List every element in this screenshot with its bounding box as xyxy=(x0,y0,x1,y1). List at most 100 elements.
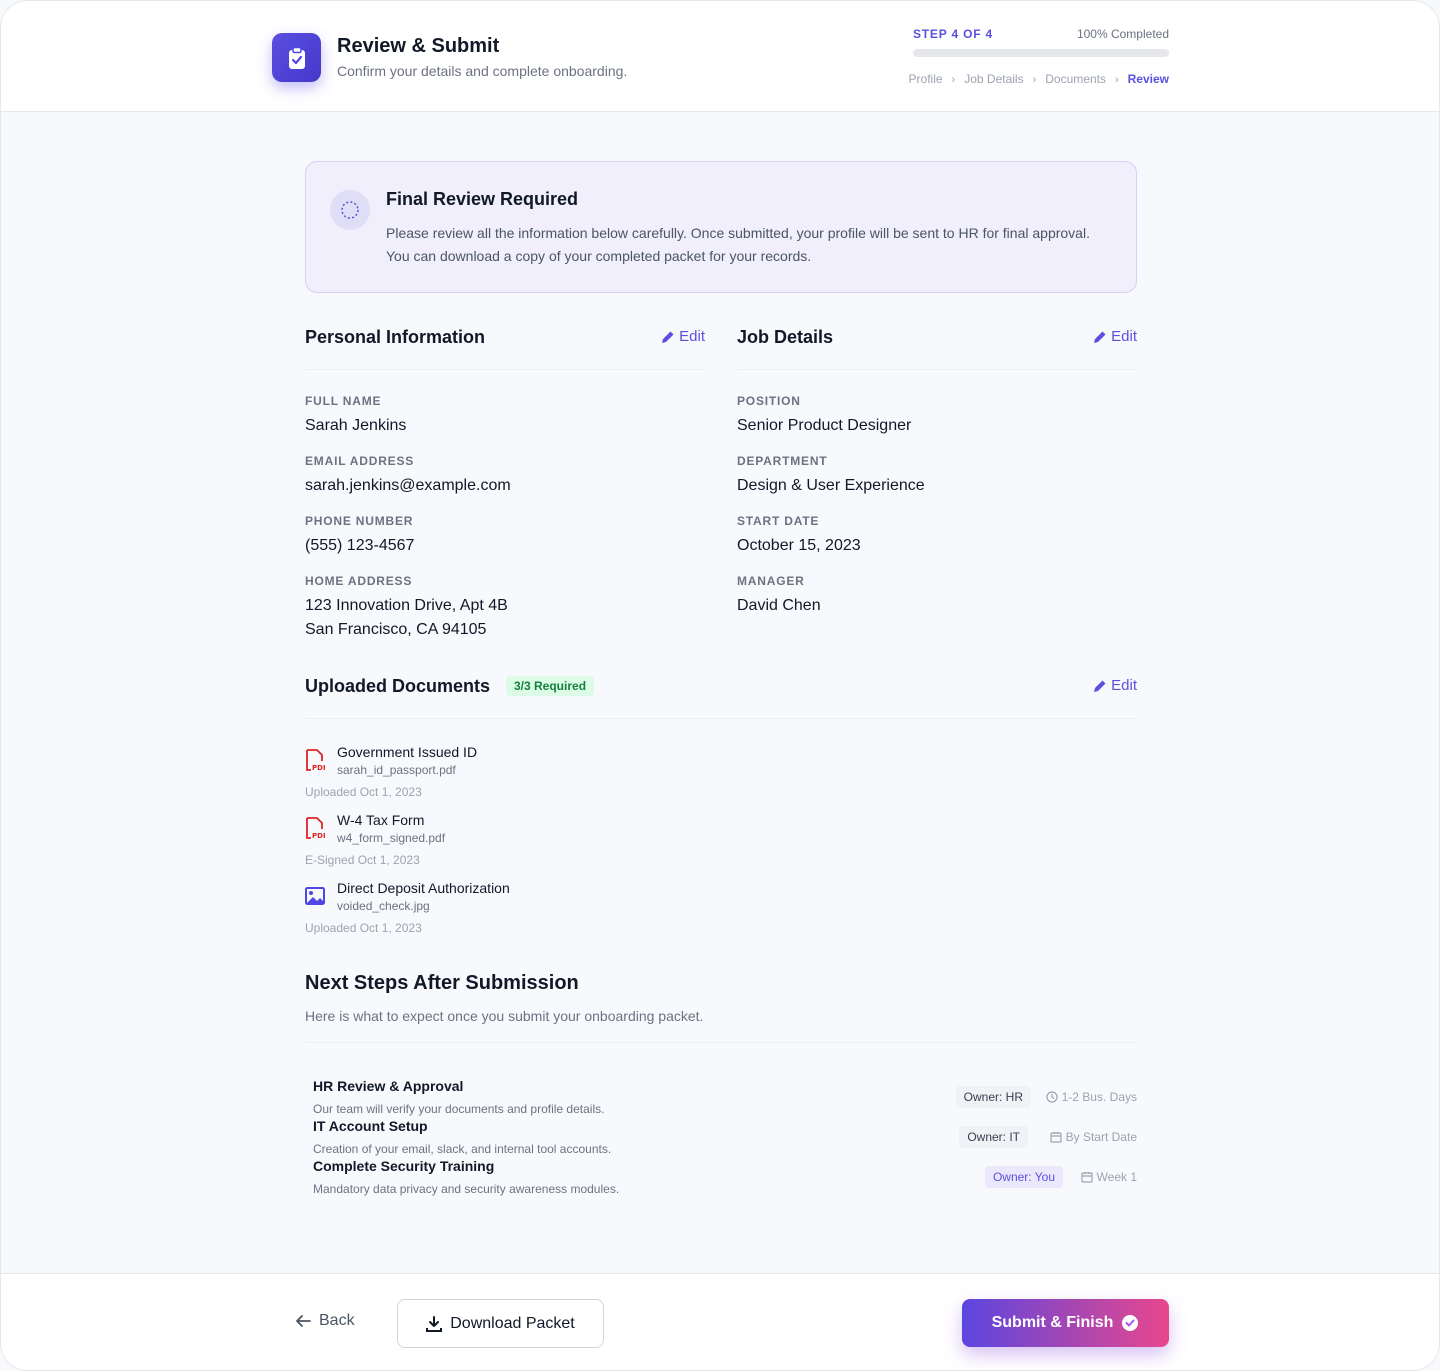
field-label-department: DEPARTMENT xyxy=(737,454,828,468)
onboarding-review-window: Review & Submit Confirm your details and… xyxy=(0,0,1440,1371)
pencil-icon xyxy=(1094,331,1106,343)
owner-badge: Owner: IT xyxy=(959,1126,1028,1148)
step-name: HR Review & Approval xyxy=(313,1078,464,1094)
document-item[interactable]: PDF W-4 Tax Form w4_form_signed.pdf E-Si… xyxy=(305,812,705,872)
divider xyxy=(305,1042,1137,1043)
clipboard-check-icon xyxy=(272,33,321,82)
document-date: E-Signed Oct 1, 2023 xyxy=(305,853,420,867)
owner-badge: Owner: HR xyxy=(955,1086,1031,1108)
step-indicator: STEP 4 OF 4 xyxy=(913,27,993,41)
edit-label: Edit xyxy=(1111,677,1137,694)
image-icon xyxy=(305,887,325,905)
chevron-right-icon: › xyxy=(1114,74,1119,86)
field-label-email: EMAIL ADDRESS xyxy=(305,454,415,468)
step-description: Creation of your email, slack, and inter… xyxy=(313,1142,612,1156)
breadcrumb: Profile › Job Details › Documents › Revi… xyxy=(909,71,1169,87)
document-date: Uploaded Oct 1, 2023 xyxy=(305,785,422,799)
next-step-item: IT Account Setup Creation of your email,… xyxy=(313,1118,1137,1158)
field-value-department: Design & User Experience xyxy=(737,477,925,494)
document-name: Direct Deposit Authorization xyxy=(337,880,510,896)
job-details-title: Job Details xyxy=(737,327,834,347)
completion-text: 100% Completed xyxy=(1076,27,1169,41)
document-name: W-4 Tax Form xyxy=(337,812,425,828)
personal-info-title: Personal Information xyxy=(305,327,486,347)
edit-documents-button[interactable]: Edit xyxy=(1093,677,1137,694)
field-value-position: Senior Product Designer xyxy=(737,417,912,434)
field-label-address: HOME ADDRESS xyxy=(305,574,413,588)
page-subtitle: Confirm your details and complete onboar… xyxy=(337,63,628,79)
status-badge: 3/3 Required xyxy=(506,676,595,696)
eta-label: By Start Date xyxy=(1050,1130,1137,1144)
field-value-phone: (555) 123-4567 xyxy=(305,537,415,554)
eta-text: Week 1 xyxy=(1096,1170,1137,1184)
calendar-icon xyxy=(1080,1172,1093,1183)
check-circle-icon xyxy=(1122,1315,1139,1331)
edit-job-button[interactable]: Edit xyxy=(1093,328,1137,345)
back-label: Back xyxy=(319,1312,355,1329)
final-review-notice: Final Review Required Please review all … xyxy=(305,161,1137,293)
field-value-start-date: October 15, 2023 xyxy=(737,537,861,554)
loading-spinner-icon xyxy=(330,190,370,230)
breadcrumb-item-job-details[interactable]: Job Details xyxy=(964,72,1023,86)
field-label-start-date: START DATE xyxy=(737,514,820,528)
document-name: Government Issued ID xyxy=(337,744,478,760)
document-date: Uploaded Oct 1, 2023 xyxy=(305,921,422,935)
field-label-full-name: FULL NAME xyxy=(305,394,382,408)
page-title: Review & Submit xyxy=(337,35,500,57)
edit-label: Edit xyxy=(1111,328,1137,345)
arrow-left-icon xyxy=(296,1315,311,1327)
download-icon xyxy=(426,1315,443,1332)
download-label: Download Packet xyxy=(450,1314,575,1332)
eta-label: Week 1 xyxy=(1080,1170,1137,1184)
eta-text: 1-2 Bus. Days xyxy=(1061,1090,1137,1104)
pdf-icon: PDF xyxy=(306,749,325,771)
next-steps-subtitle: Here is what to expect once you submit y… xyxy=(305,1008,704,1024)
document-item[interactable]: Direct Deposit Authorization voided_chec… xyxy=(305,880,705,940)
notice-title: Final Review Required xyxy=(386,189,579,209)
personal-info-header: Personal Information Edit xyxy=(305,322,705,370)
document-item[interactable]: PDF Government Issued ID sarah_id_passpo… xyxy=(305,744,705,804)
document-filename: w4_form_signed.pdf xyxy=(337,831,446,845)
step-name: IT Account Setup xyxy=(313,1118,428,1134)
next-step-item: Complete Security Training Mandatory dat… xyxy=(313,1158,1137,1198)
step-description: Mandatory data privacy and security awar… xyxy=(313,1182,620,1196)
job-details-header: Job Details Edit xyxy=(737,322,1137,370)
field-label-phone: PHONE NUMBER xyxy=(305,514,414,528)
document-filename: voided_check.jpg xyxy=(337,899,430,913)
svg-text:PDF: PDF xyxy=(312,764,325,771)
document-filename: sarah_id_passport.pdf xyxy=(337,763,456,777)
field-value-address-line2: San Francisco, CA 94105 xyxy=(305,621,487,638)
page-header: Review & Submit Confirm your details and… xyxy=(1,1,1439,112)
field-value-manager: David Chen xyxy=(737,597,821,614)
svg-text:PDF: PDF xyxy=(312,832,325,839)
chevron-right-icon: › xyxy=(1032,74,1037,86)
submit-finish-button[interactable]: Submit & Finish xyxy=(962,1299,1169,1347)
field-label-position: POSITION xyxy=(737,394,801,408)
next-step-item: HR Review & Approval Our team will verif… xyxy=(313,1078,1137,1118)
calendar-icon xyxy=(1050,1132,1062,1143)
download-packet-button[interactable]: Download Packet xyxy=(397,1299,604,1348)
eta-label: 1-2 Bus. Days xyxy=(1046,1090,1137,1104)
field-value-address-line1: 123 Innovation Drive, Apt 4B xyxy=(305,597,508,614)
progress-bar-fill xyxy=(913,49,1169,57)
field-value-full-name: Sarah Jenkins xyxy=(305,417,407,434)
eta-text: By Start Date xyxy=(1065,1130,1137,1144)
action-footer: Back Download Packet Submit & Finish xyxy=(1,1273,1439,1370)
breadcrumb-item-documents[interactable]: Documents xyxy=(1045,72,1106,86)
pencil-icon xyxy=(662,331,674,343)
pencil-icon xyxy=(1094,680,1106,692)
owner-badge: Owner: You xyxy=(984,1166,1063,1188)
pdf-icon: PDF xyxy=(306,817,325,839)
documents-header: Uploaded Documents 3/3 Required Edit xyxy=(305,671,1137,719)
clock-icon xyxy=(1046,1091,1058,1103)
documents-title: Uploaded Documents xyxy=(305,676,491,696)
breadcrumb-item-review: Review xyxy=(1127,71,1169,86)
notice-body: Please review all the information below … xyxy=(386,225,1090,264)
step-name: Complete Security Training xyxy=(313,1158,495,1174)
step-description: Our team will verify your documents and … xyxy=(313,1102,605,1116)
chevron-right-icon: › xyxy=(951,74,956,86)
edit-label: Edit xyxy=(679,328,705,345)
breadcrumb-item-profile[interactable]: Profile xyxy=(909,72,943,86)
edit-personal-button[interactable]: Edit xyxy=(661,328,705,345)
back-button[interactable]: Back xyxy=(295,1312,355,1330)
